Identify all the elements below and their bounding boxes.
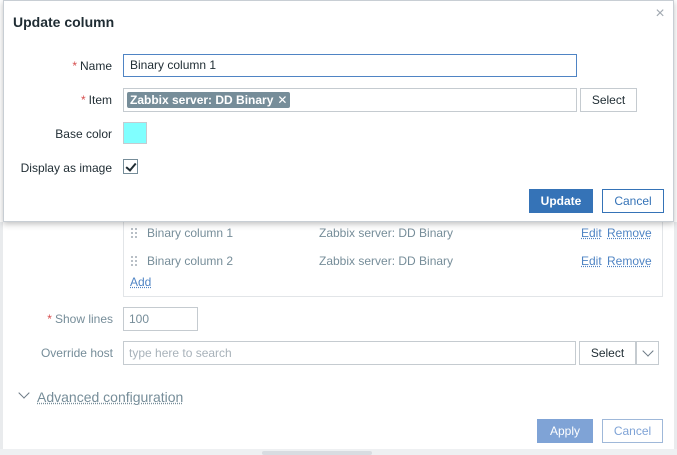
cancel-button[interactable]: Cancel [602,189,664,213]
cancel-button[interactable]: Cancel [602,419,663,443]
override-host-select-button[interactable]: Select [579,341,636,365]
name-label: * Name [72,59,112,73]
edit-column-link[interactable]: Edit [581,254,602,268]
chevron-down-icon[interactable] [18,387,30,399]
display-as-image-checkbox[interactable] [123,159,138,174]
add-column-link[interactable]: Add [130,275,151,289]
item-multiselect[interactable]: Zabbix server: DD Binary ✕ [123,88,577,112]
table-row: Binary column 2 Zabbix server: DD Binary… [130,251,656,271]
chevron-down-icon [642,345,654,357]
page-edge-left [0,222,3,455]
update-button[interactable]: Update [529,189,593,213]
table-row: Binary column 1 Zabbix server: DD Binary… [130,223,656,243]
drag-handle-icon[interactable] [130,254,138,268]
item-label: * Item [80,93,112,107]
item-select-button[interactable]: Select [580,88,637,112]
column-item: Zabbix server: DD Binary [319,226,454,240]
name-field[interactable]: Binary column 1 [123,54,577,77]
column-name: Binary column 1 [147,226,234,240]
column-name: Binary column 2 [147,254,234,268]
display-as-image-label: Display as image [20,161,112,175]
footer-blurred-text [262,451,372,455]
column-item: Zabbix server: DD Binary [319,254,454,268]
base-color-swatch[interactable] [123,122,147,144]
item-tag: Zabbix server: DD Binary ✕ [127,92,291,108]
remove-column-link[interactable]: Remove [607,226,652,240]
advanced-configuration-toggle[interactable]: Advanced configuration [37,389,183,405]
remove-tag-icon[interactable]: ✕ [277,93,287,107]
show-lines-input[interactable]: 100 [123,307,198,331]
override-host-dropdown-button[interactable] [636,341,659,365]
edit-column-link[interactable]: Edit [581,226,602,240]
override-host-input[interactable]: type here to search [123,341,576,365]
override-host-label: Override host [40,346,113,360]
dialog-title: Update column [13,14,115,30]
drag-handle-icon[interactable] [130,226,138,240]
close-icon[interactable]: × [653,6,667,22]
show-lines-label: * Show lines [47,312,113,326]
remove-column-link[interactable]: Remove [607,254,652,268]
update-column-dialog: Update column × * Name Binary column 1 * I… [3,0,674,222]
apply-button[interactable]: Apply [537,419,593,443]
base-color-label: Base color [55,127,112,141]
